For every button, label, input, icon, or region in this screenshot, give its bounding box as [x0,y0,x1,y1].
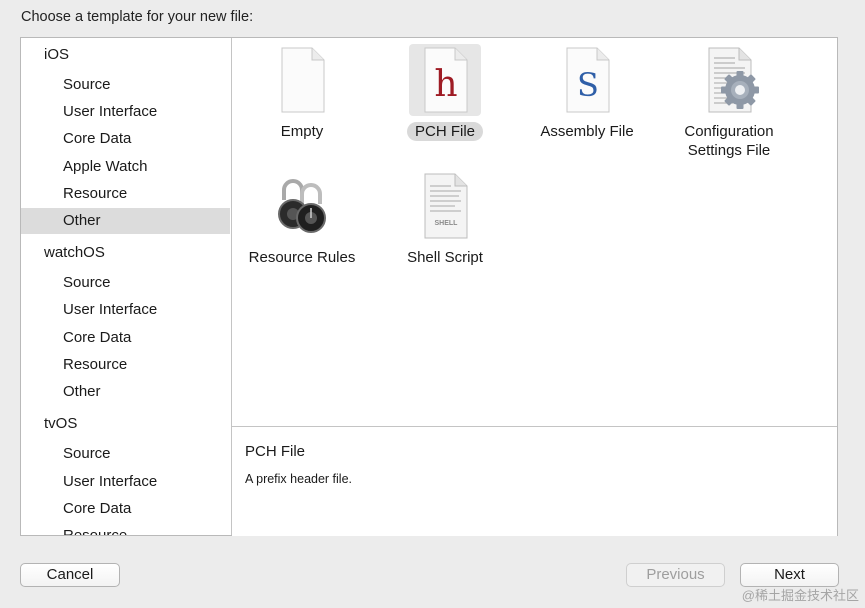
sidebar-item-watchos-resource[interactable]: Resource [21,352,230,378]
description-text: A prefix header file. [245,472,353,486]
sidebar-item-tvos-user-interface[interactable]: User Interface [21,469,230,495]
sidebar-item-ios-core-data[interactable]: Core Data [21,126,230,152]
template-label: Shell Script [407,249,483,266]
template-label-line1: Configuration [684,123,774,140]
template-label: Empty [280,123,324,140]
h-glyph: h [434,64,457,105]
sidebar-item-ios-resource[interactable]: Resource [21,181,230,207]
s-glyph: S [577,66,599,104]
sidebar-item-ios-apple-watch[interactable]: Apple Watch [21,154,230,180]
shell-file-icon: SHELL [409,170,481,242]
sidebar-item-watchos-source[interactable]: Source [21,270,230,296]
template-empty[interactable]: Empty [232,44,372,141]
template-label: Assembly File [540,123,634,140]
template-panel: iOS Source User Interface Core Data Appl… [20,37,838,536]
padlock-icon [266,170,338,242]
sidebar-item-watchos-core-data[interactable]: Core Data [21,325,230,351]
blank-file-icon [266,44,338,116]
template-shell-script[interactable]: SHELL Shell Script [375,170,515,267]
sidebar-item-ios-other[interactable]: Other [21,208,230,234]
sidebar-item-tvos-source[interactable]: Source [21,441,230,467]
template-assembly-file[interactable]: S Assembly File [517,44,657,141]
template-description: PCH File A prefix header file. [232,426,837,536]
template-resource-rules[interactable]: Resource Rules [232,170,372,267]
template-label: PCH File [406,122,483,141]
next-button[interactable]: Next [740,563,839,587]
template-label: Configuration Settings File [676,122,781,160]
sidebar-group-ios: iOS [44,46,70,63]
s-file-icon: S [551,44,623,116]
h-file-icon: h [409,44,481,116]
description-title: PCH File [245,443,306,460]
sidebar-item-watchos-other[interactable]: Other [21,379,230,405]
sidebar-item-watchos-user-interface[interactable]: User Interface [21,297,230,323]
dialog-prompt: Choose a template for your new file: [21,9,254,25]
template-label: Resource Rules [248,249,356,266]
platform-sidebar[interactable]: iOS Source User Interface Core Data Appl… [21,38,232,535]
template-grid: Empty h PCH File S Assembly File Configu… [232,38,837,426]
sidebar-item-tvos-core-data[interactable]: Core Data [21,496,230,522]
sidebar-group-tvos: tvOS [44,415,78,432]
sidebar-item-ios-source[interactable]: Source [21,72,230,98]
previous-button[interactable]: Previous [626,563,725,587]
sidebar-group-watchos: watchOS [44,244,105,261]
template-label-line2: Settings File [687,142,771,159]
sidebar-item-tvos-resource[interactable]: Resource [21,523,230,535]
cancel-button[interactable]: Cancel [20,563,120,587]
gear-document-icon [693,44,765,116]
shell-badge: SHELL [435,220,459,227]
sidebar-item-ios-user-interface[interactable]: User Interface [21,99,230,125]
template-configuration-settings-file[interactable]: Configuration Settings File [659,44,799,160]
template-pch-file[interactable]: h PCH File [375,44,515,141]
watermark: @稀土掘金技术社区 [741,588,859,603]
